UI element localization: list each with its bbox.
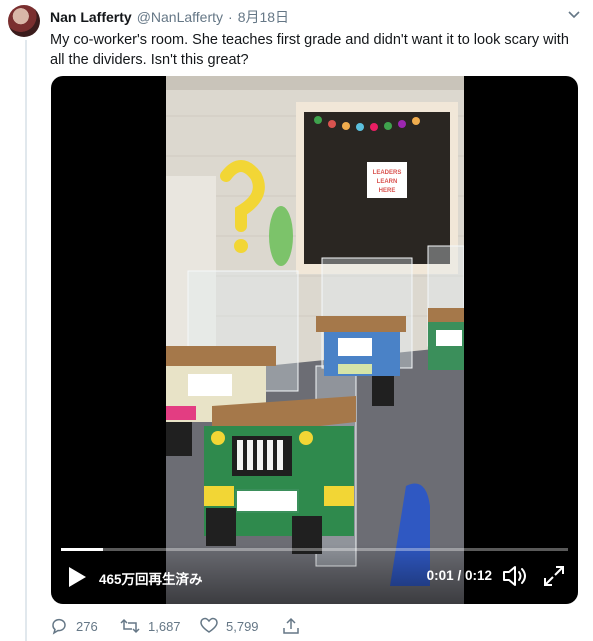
tweet: Nan Lafferty @NanLafferty · 8月18日 My co-… [0, 0, 593, 641]
retweet-icon [120, 618, 140, 634]
classroom-scene: LEADERS LEARN HERE [166, 76, 464, 604]
svg-text:HERE: HERE [379, 188, 396, 194]
author-handle[interactable]: @NanLafferty [137, 9, 223, 25]
tweet-text: My co-worker's room. She teaches first g… [50, 32, 569, 68]
share-button[interactable] [282, 617, 308, 635]
like-count: 5,799 [226, 618, 259, 634]
share-icon [283, 617, 299, 634]
tweet-actions: 276 1,687 5,799 [50, 617, 570, 637]
reply-icon [52, 618, 66, 635]
separator-dot: · [228, 9, 233, 25]
author-name[interactable]: Nan Lafferty [50, 9, 132, 25]
timecode: 0:01 / 0:12 [427, 568, 492, 583]
current-time: 0:01 [426, 568, 454, 583]
retweet-button[interactable]: 1,687 [120, 617, 181, 635]
tweet-header: Nan Lafferty @NanLafferty · 8月18日 [50, 7, 289, 27]
view-count: 465万回再生済み [99, 572, 203, 587]
svg-text:LEADERS: LEADERS [373, 170, 402, 176]
video-player[interactable]: LEADERS LEARN HERE 465万回再生済み 0:01 / 0:12 [51, 76, 578, 604]
duration: 0:12 [464, 568, 492, 583]
avatar[interactable] [8, 5, 40, 37]
volume-icon[interactable] [502, 564, 528, 588]
svg-text:LEARN: LEARN [377, 179, 398, 185]
reply-count: 276 [76, 618, 98, 634]
video-controls: 465万回再生済み 0:01 / 0:12 [51, 544, 578, 604]
thread-line [25, 40, 27, 641]
heart-icon [200, 617, 218, 633]
like-button[interactable]: 5,799 [200, 617, 259, 635]
progress-bar[interactable] [61, 548, 568, 551]
video-frame: LEADERS LEARN HERE [166, 76, 464, 604]
tweet-date[interactable]: 8月18日 [238, 7, 289, 27]
play-icon[interactable] [67, 566, 87, 588]
progress-fill [61, 548, 104, 551]
retweet-count: 1,687 [148, 618, 181, 634]
chevron-down-icon[interactable] [567, 10, 581, 20]
time-separator: / [453, 568, 465, 583]
reply-button[interactable]: 276 [50, 617, 98, 635]
fullscreen-icon[interactable] [542, 564, 566, 588]
